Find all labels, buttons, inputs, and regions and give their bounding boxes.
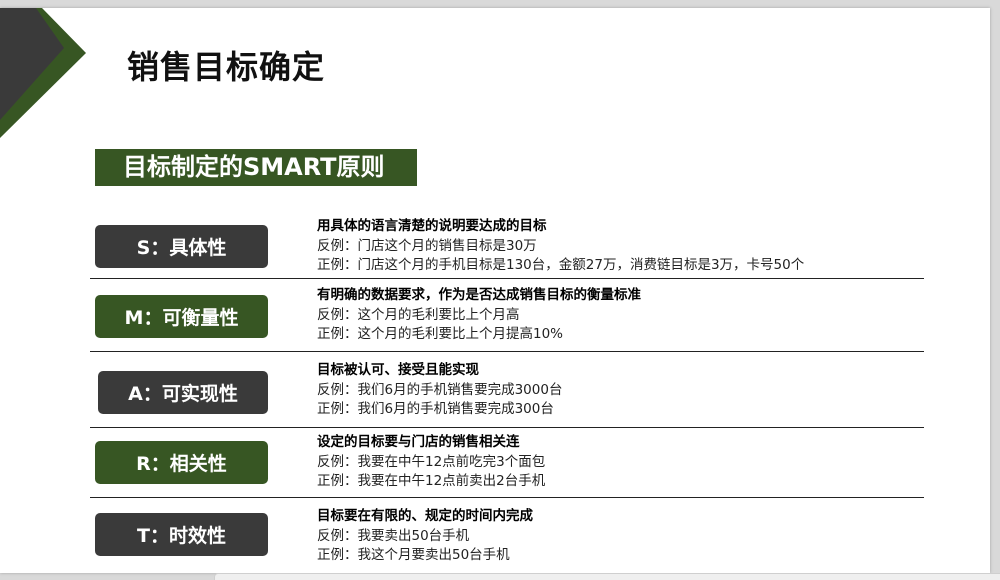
description-heading: 用具体的语言清楚的说明要达成的目标 — [317, 218, 547, 234]
row-divider — [90, 497, 924, 498]
smart-label-m: M：可衡量性 — [95, 295, 268, 338]
smart-description-m: 有明确的数据要求，作为是否达成销售目标的衡量标准 反例：这个月的毛利要比上个月高… — [317, 286, 641, 345]
positive-example: 正例：门店这个月的手机目标是130台，金额27万，消费链目标是3万，卡号50个 — [317, 257, 805, 273]
description-heading: 设定的目标要与门店的销售相关连 — [317, 434, 520, 450]
smart-description-s: 用具体的语言清楚的说明要达成的目标 反例：门店这个月的销售目标是30万 正例：门… — [317, 217, 804, 276]
description-heading: 目标被认可、接受且能实现 — [317, 362, 479, 378]
smart-label-s: S：具体性 — [95, 225, 268, 268]
counter-example: 反例：门店这个月的销售目标是30万 — [317, 237, 537, 254]
smart-label-t: T：时效性 — [95, 513, 268, 556]
row-divider — [90, 427, 924, 428]
counter-example: 反例：我要在中午12点前吃完3个面包 — [317, 453, 546, 470]
smart-description-r: 设定的目标要与门店的销售相关连 反例：我要在中午12点前吃完3个面包 正例：我要… — [317, 433, 545, 492]
section-heading-bar: 目标制定的SMART原则 — [95, 149, 417, 186]
page-title: 销售目标确定 — [127, 48, 326, 86]
counter-example: 反例：这个月的毛利要比上个月高 — [317, 306, 520, 323]
smart-description-t: 目标要在有限的、规定的时间内完成 反例：我要卖出50台手机 正例：我这个月要卖出… — [317, 507, 533, 566]
slide: 销售目标确定 目标制定的SMART原则 S：具体性 用具体的语言清楚的说明要达成… — [0, 8, 990, 573]
smart-label-a: A：可实现性 — [98, 371, 268, 414]
smart-label-r: R：相关性 — [95, 441, 268, 484]
smart-description-a: 目标被认可、接受且能实现 反例：我们6月的手机销售要完成3000台 正例：我们6… — [317, 361, 562, 420]
positive-example: 正例：这个月的毛利要比上个月提高10% — [317, 326, 564, 342]
positive-example: 正例：我这个月要卖出50台手机 — [317, 547, 510, 563]
row-divider — [90, 351, 924, 352]
positive-example: 正例：我要在中午12点前卖出2台手机 — [317, 473, 546, 489]
counter-example: 反例：我们6月的手机销售要完成3000台 — [317, 381, 563, 398]
description-heading: 有明确的数据要求，作为是否达成销售目标的衡量标准 — [317, 287, 641, 303]
positive-example: 正例：我们6月的手机销售要完成300台 — [317, 401, 554, 417]
section-heading: 目标制定的SMART原则 — [123, 153, 385, 181]
counter-example: 反例：我要卖出50台手机 — [317, 527, 470, 544]
row-divider — [90, 278, 924, 279]
corner-chevron-decoration — [0, 8, 86, 138]
description-heading: 目标要在有限的、规定的时间内完成 — [317, 508, 533, 524]
